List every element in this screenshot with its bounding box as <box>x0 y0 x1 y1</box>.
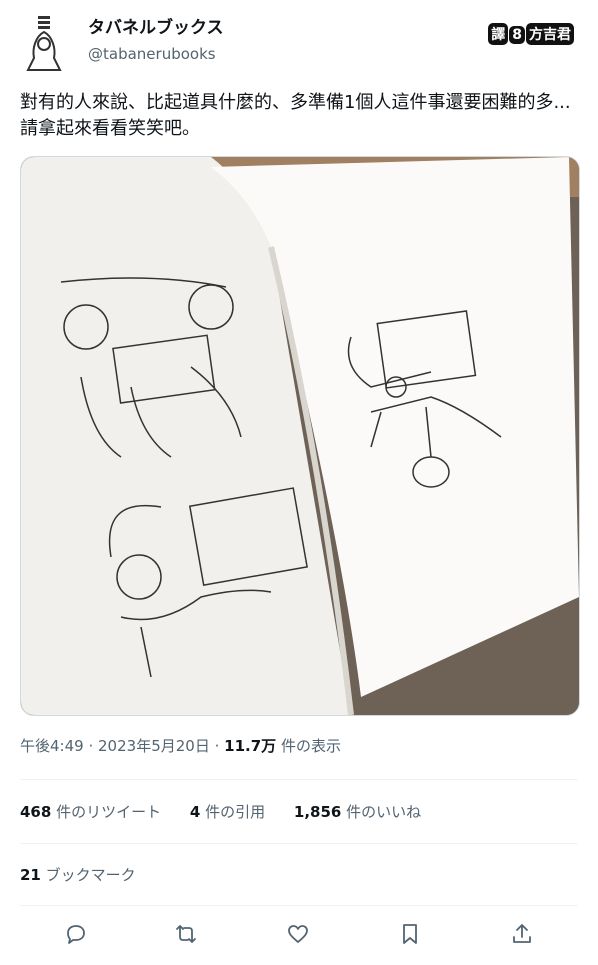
retweets-stat[interactable]: 468 件のリツイート <box>20 803 161 821</box>
avatar[interactable] <box>18 14 70 74</box>
share-button[interactable] <box>510 922 538 950</box>
view-count: 11.7万 <box>224 737 277 755</box>
bookmarks-count: 21 <box>20 866 41 884</box>
engagement-stats: 468 件のリツイート 4 件の引用 1,856 件のいいね <box>20 801 445 822</box>
retweets-label: 件のリツイート <box>56 803 162 821</box>
tweet-meta: 午後4:49 · 2023年5月20日 · 11.7万 件の表示 <box>20 737 341 755</box>
divider <box>20 905 578 906</box>
badge-part: 8 <box>509 26 525 44</box>
user-handle[interactable]: @tabanerubooks <box>88 43 224 65</box>
reply-button[interactable] <box>64 922 92 950</box>
badge-part: 譯 <box>488 23 509 45</box>
bookmarks-label: ブックマーク <box>45 866 136 884</box>
avatar-logo-icon <box>26 16 62 71</box>
likes-stat[interactable]: 1,856 件のいいね <box>294 803 421 821</box>
likes-label: 件のいいね <box>346 803 422 821</box>
tweet-photo[interactable] <box>20 156 580 716</box>
bookmark-button[interactable] <box>398 922 426 950</box>
quotes-stat[interactable]: 4 件の引用 <box>190 803 265 821</box>
tweet-date[interactable]: 2023年5月20日 <box>98 737 210 755</box>
like-button[interactable] <box>286 922 314 950</box>
quotes-count: 4 <box>189 803 201 821</box>
divider <box>20 779 578 780</box>
likes-count: 1,856 <box>293 803 342 821</box>
retweets-count: 468 <box>20 803 52 821</box>
bookmarks-stat[interactable]: 21 ブックマーク <box>20 864 136 885</box>
view-label: 件の表示 <box>280 737 341 755</box>
quotes-label: 件の引用 <box>205 803 266 821</box>
divider <box>20 843 578 844</box>
tweet-header: タバネルブックス @tabanerubooks 譯 8 方吉君 <box>18 14 580 74</box>
retweet-button[interactable] <box>174 922 202 950</box>
reply-icon <box>67 925 85 944</box>
tweet-text: 對有的人來說、比起道具什麼的、多準備1個人這件事還要困難的多...請拿起來看看笑… <box>20 92 571 139</box>
retweet-icon <box>176 925 196 943</box>
display-name[interactable]: タバネルブックス <box>88 16 224 40</box>
like-icon <box>288 925 308 943</box>
share-icon <box>513 924 531 943</box>
tweet-time[interactable]: 午後4:49 <box>20 737 84 755</box>
translator-badge: 譯 8 方吉君 <box>487 22 574 46</box>
action-bar <box>0 916 598 956</box>
bookmark-icon <box>403 924 417 944</box>
book-illustration-photo <box>21 157 579 715</box>
badge-part: 方吉君 <box>526 23 574 45</box>
